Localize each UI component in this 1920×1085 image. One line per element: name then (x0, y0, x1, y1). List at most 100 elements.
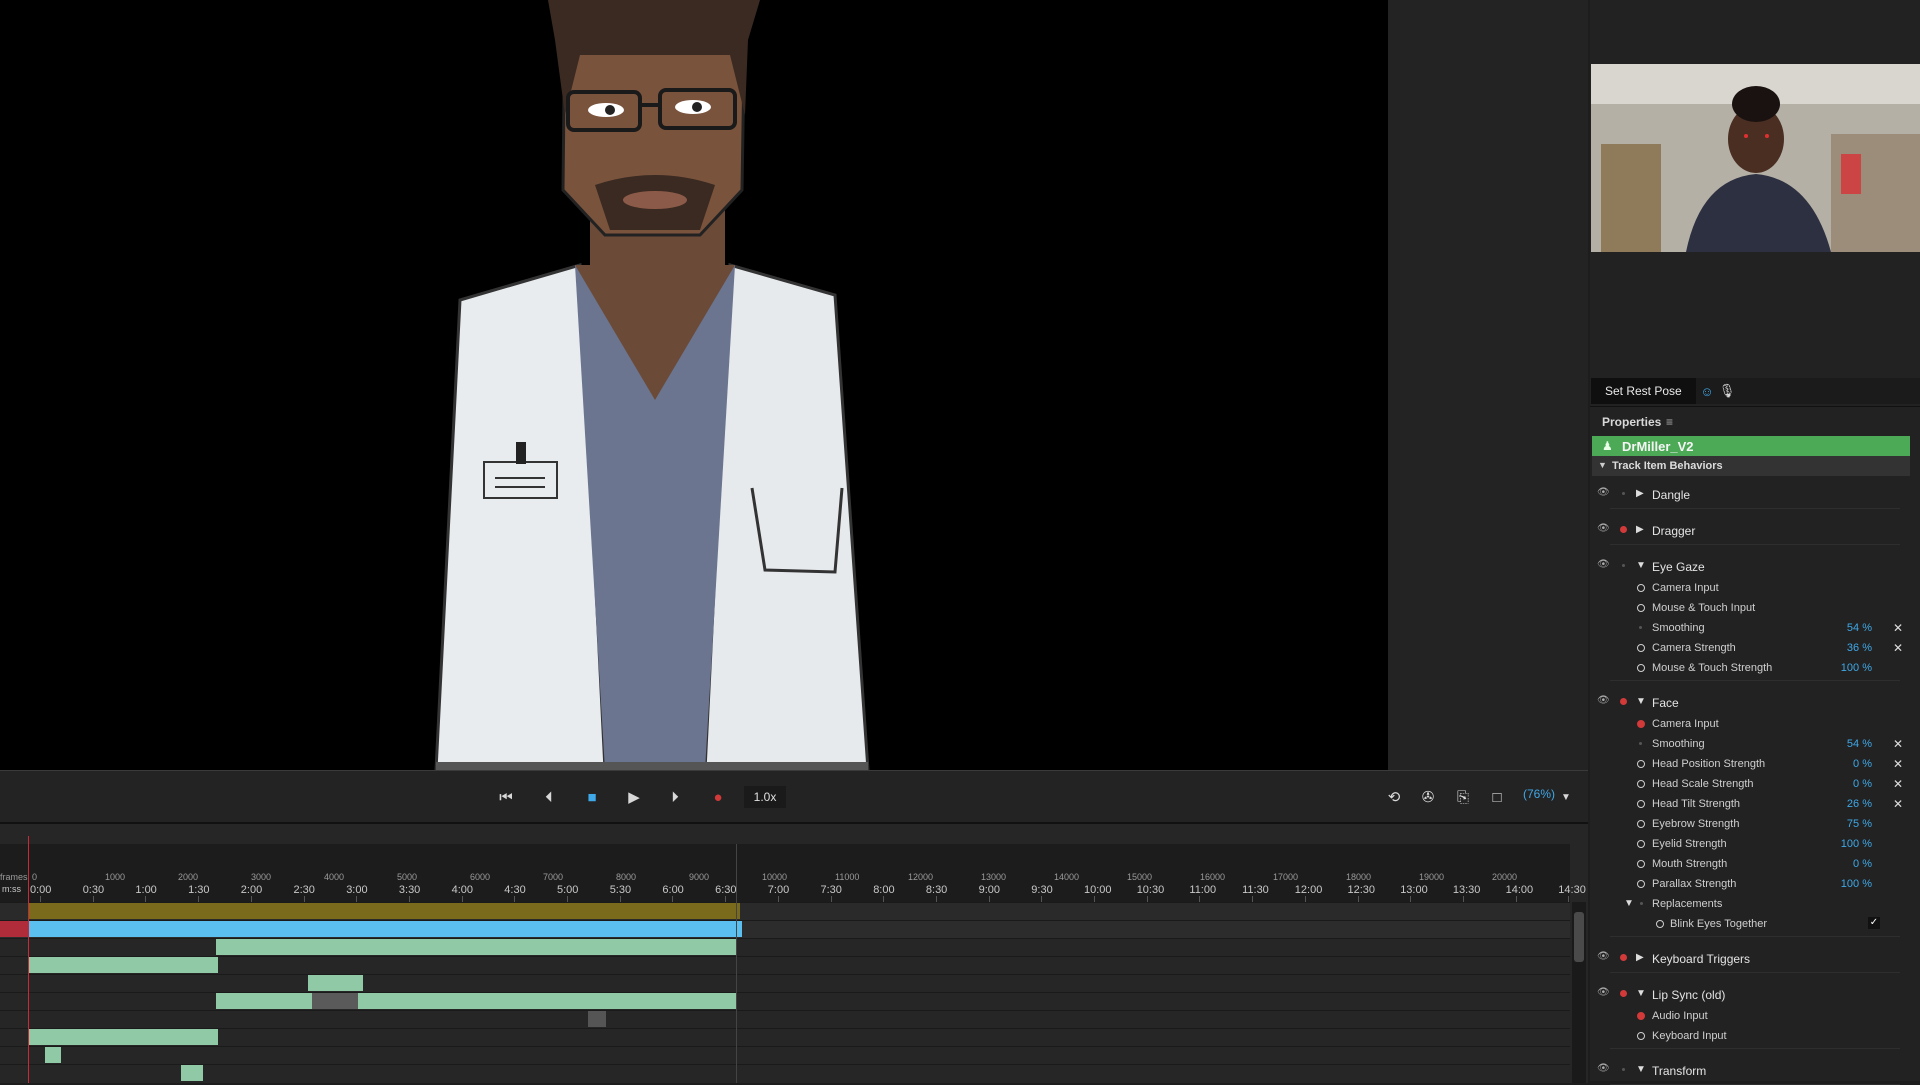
track-item-behaviors-header[interactable]: ▼ Track Item Behaviors (1592, 456, 1910, 476)
expanded-arrow-icon[interactable]: ▼ (1624, 898, 1634, 909)
take-bar[interactable] (358, 993, 736, 1009)
cast-icon[interactable]: ⎘ (1451, 785, 1475, 809)
parameter-arm-indicator[interactable] (1637, 880, 1645, 888)
parameter-arm-indicator[interactable] (1639, 626, 1642, 629)
parameter-value[interactable]: 100 % (1841, 662, 1872, 674)
step-forward-button[interactable]: ⏵ (663, 785, 687, 809)
selected-clip-bar[interactable] (28, 921, 742, 937)
clip-bar[interactable] (28, 903, 740, 919)
behavior-row[interactable]: 👁 ▶ Keyboard Triggers (1590, 948, 1920, 968)
microphone-icon[interactable]: 🎙 (1715, 379, 1739, 403)
track-row[interactable] (0, 1064, 1570, 1083)
parameter-value[interactable]: 100 % (1841, 838, 1872, 850)
eye-icon[interactable]: 👁 (1597, 951, 1613, 963)
set-rest-pose-button[interactable]: Set Rest Pose (1591, 378, 1696, 404)
behavior-row[interactable]: 👁 ▼ Transform (1590, 1060, 1920, 1080)
reset-icon[interactable]: ✕ (1893, 641, 1903, 655)
take-bar[interactable] (216, 939, 736, 955)
time-ruler[interactable]: frames m:ss 0 1000 2000 3000 4000 5000 6000 700… (0, 844, 1586, 902)
parameter-row[interactable]: Mouse & Touch Input (1590, 598, 1920, 618)
parameter-row[interactable]: Parallax Strength 100 % (1590, 874, 1920, 894)
parameter-arm-indicator[interactable] (1637, 1032, 1645, 1040)
collapsed-arrow-icon[interactable]: ▶ (1636, 524, 1644, 535)
parameter-row[interactable]: Mouth Strength 0 % (1590, 854, 1920, 874)
puppet-row[interactable]: ♟ DrMiller_V2 (1592, 436, 1910, 456)
track-row[interactable] (0, 1010, 1570, 1029)
behavior-row[interactable]: 👁 ▼ Lip Sync (old) (1590, 984, 1920, 1004)
parameter-arm-indicator[interactable] (1637, 760, 1645, 768)
take-bar[interactable] (28, 957, 218, 973)
parameter-arm-indicator[interactable] (1637, 780, 1645, 788)
parameter-arm-indicator[interactable] (1637, 800, 1645, 808)
parameter-row[interactable]: Smoothing 54 % ✕ (1590, 734, 1920, 754)
record-arm-dot[interactable] (1620, 526, 1627, 533)
parameter-row[interactable]: Smoothing 54 % ✕ (1590, 618, 1920, 638)
record-arm-dot[interactable] (1620, 990, 1627, 997)
parameter-arm-indicator[interactable] (1639, 742, 1642, 745)
reset-icon[interactable]: ✕ (1893, 737, 1903, 751)
record-button[interactable]: ● (706, 785, 730, 809)
disarmed-dot[interactable] (1622, 1068, 1625, 1071)
take-bar[interactable] (45, 1047, 61, 1063)
panel-menu-icon[interactable]: ≡ (1666, 415, 1673, 429)
take-bar[interactable] (308, 975, 363, 991)
expanded-arrow-icon[interactable]: ▼ (1636, 696, 1646, 707)
eye-icon[interactable]: 👁 (1597, 523, 1613, 535)
step-back-button[interactable]: ⏴ (537, 785, 561, 809)
disarmed-dot[interactable] (1622, 492, 1625, 495)
behavior-row[interactable]: 👁 ▶ Dragger (1590, 520, 1920, 540)
collapsed-arrow-icon[interactable]: ▶ (1636, 952, 1644, 963)
parameter-value[interactable]: 0 % (1853, 758, 1872, 770)
parameter-arm-indicator[interactable] (1637, 664, 1645, 672)
reset-icon[interactable]: ✕ (1893, 777, 1903, 791)
track-row[interactable] (0, 938, 1570, 957)
reset-icon[interactable]: ✕ (1893, 797, 1903, 811)
record-arm-dot[interactable] (1620, 954, 1627, 961)
record-arm-dot[interactable] (1620, 698, 1627, 705)
parameter-value[interactable]: 36 % (1847, 642, 1872, 654)
parameter-arm-indicator[interactable] (1637, 820, 1645, 828)
expanded-arrow-icon[interactable]: ▼ (1636, 560, 1646, 571)
scene-stage[interactable] (0, 0, 1388, 770)
parameter-arm-indicator[interactable] (1637, 840, 1645, 848)
behavior-row[interactable]: 👁 ▼ Eye Gaze (1590, 556, 1920, 576)
play-button[interactable]: ▶ (622, 785, 646, 809)
zoom-dropdown-icon[interactable]: ▼ (1554, 785, 1578, 809)
gap-bar[interactable] (588, 1011, 606, 1027)
parameter-arm-indicator[interactable] (1637, 1012, 1645, 1020)
take-bar[interactable] (181, 1065, 203, 1081)
parameter-row[interactable]: Camera Input (1590, 714, 1920, 734)
parameter-row[interactable]: Eyelid Strength 100 % (1590, 834, 1920, 854)
timeline-scrollbar[interactable] (1572, 902, 1586, 1083)
parameter-row[interactable]: Camera Input (1590, 578, 1920, 598)
take-bar[interactable] (216, 993, 312, 1009)
parameter-value[interactable]: 54 % (1847, 738, 1872, 750)
eye-icon[interactable]: 👁 (1597, 987, 1613, 999)
parameter-value[interactable]: 0 % (1853, 858, 1872, 870)
playhead[interactable] (28, 836, 29, 1083)
parameter-value[interactable]: 54 % (1847, 622, 1872, 634)
playback-speed[interactable]: 1.0x (744, 786, 786, 808)
track-row[interactable] (0, 902, 1570, 921)
parameter-arm-indicator[interactable] (1637, 584, 1645, 592)
parameter-value[interactable]: 100 % (1841, 878, 1872, 890)
replacements-row[interactable]: ▼ Replacements (1590, 894, 1920, 914)
track-row[interactable] (0, 1046, 1570, 1065)
parameter-row[interactable]: Audio Input (1590, 1006, 1920, 1026)
behavior-row[interactable]: 👁 ▼ Face (1590, 692, 1920, 712)
track-row[interactable] (0, 992, 1570, 1011)
track-row[interactable] (0, 956, 1570, 975)
parameter-row[interactable]: Head Position Strength 0 % ✕ (1590, 754, 1920, 774)
eye-icon[interactable]: 👁 (1597, 695, 1613, 707)
zoom-level[interactable]: (76%) (1523, 787, 1555, 801)
parameter-arm-indicator[interactable] (1637, 860, 1645, 868)
collapsed-arrow-icon[interactable]: ▶ (1636, 488, 1644, 499)
expanded-arrow-icon[interactable]: ▼ (1636, 988, 1646, 999)
go-to-start-button[interactable]: ⏮ (494, 785, 518, 809)
track-area[interactable] (0, 836, 1570, 1083)
parameter-value[interactable]: 75 % (1847, 818, 1872, 830)
disarmed-dot[interactable] (1622, 564, 1625, 567)
gap-bar[interactable] (312, 993, 358, 1009)
blink-eyes-row[interactable]: Blink Eyes Together ✓ (1590, 914, 1920, 934)
parameter-arm-indicator[interactable] (1656, 920, 1664, 928)
